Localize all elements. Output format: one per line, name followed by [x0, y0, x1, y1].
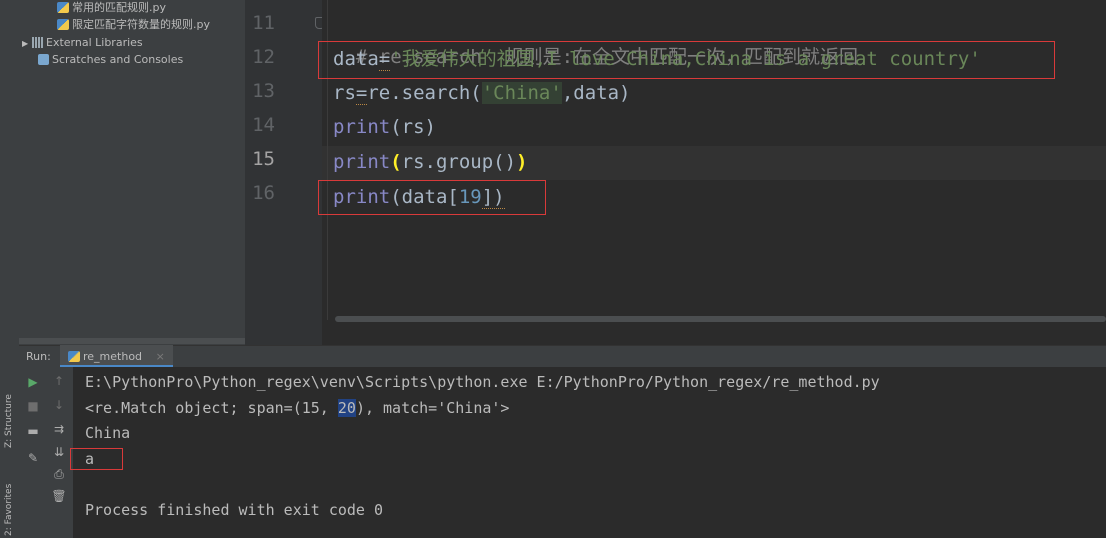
tree-item-scratches[interactable]: Scratches and Consoles — [38, 52, 183, 68]
python-file-icon — [57, 19, 69, 30]
editor-horizontal-scrollbar[interactable] — [335, 316, 1106, 322]
close-tab-icon[interactable]: × — [156, 350, 165, 363]
annotation-box-line-12 — [318, 41, 1055, 79]
rerun-icon[interactable]: ▶ — [24, 375, 42, 389]
scroll-to-end-icon[interactable]: ⇊ — [50, 445, 68, 459]
code-line-13[interactable]: rs=re.search('China',data) — [333, 77, 630, 109]
console-line-3: China — [85, 424, 131, 442]
stop-icon[interactable]: ■ — [24, 399, 42, 413]
line-number: 16 — [252, 182, 275, 204]
current-line-number: 15 — [252, 148, 275, 170]
python-file-icon — [68, 351, 80, 362]
print-icon[interactable]: ⎙ — [50, 467, 68, 482]
up-arrow-icon[interactable]: ↑ — [50, 374, 68, 388]
console-line-2: <re.Match object; span=(15, 20), match='… — [85, 399, 510, 417]
line-number: 11 — [252, 12, 275, 34]
run-label: Run: — [26, 350, 51, 363]
down-arrow-icon[interactable]: ↓ — [50, 398, 68, 412]
code-line-11[interactable]: # re.search 规则是:在全文中匹配一次，匹配到就返回 — [333, 9, 858, 68]
scratches-icon — [38, 54, 49, 65]
line-number: 13 — [252, 80, 275, 102]
structure-side-tab[interactable]: Z: Structure — [4, 394, 14, 448]
trash-icon[interactable]: 🗑 — [50, 489, 68, 503]
tree-item-file-1[interactable]: 常用的匹配规则.py — [57, 0, 166, 16]
code-line-14[interactable]: print(rs) — [333, 111, 436, 143]
left-tool-strip: Z: Structure 2: Favorites — [0, 0, 20, 538]
line-number: 12 — [252, 46, 275, 68]
pin-tab-icon[interactable]: ✎ — [24, 451, 42, 465]
code-line-15[interactable]: print(rs.group()) — [333, 146, 528, 178]
tree-item-file-2[interactable]: 限定匹配字符数量的规则.py — [57, 17, 210, 33]
line-number-gutter: 11 12 13 14 15 16 — [245, 0, 325, 345]
run-tab-re-method[interactable]: re_method × — [60, 345, 173, 367]
expand-arrow-icon[interactable]: ▶ — [22, 36, 32, 52]
library-icon — [32, 37, 43, 48]
console-line-1: E:\PythonPro\Python_regex\venv\Scripts\p… — [85, 373, 880, 391]
run-panel-header: Run: — [19, 345, 1106, 368]
tree-scrollbar[interactable] — [19, 338, 245, 344]
favorites-side-tab[interactable]: 2: Favorites — [4, 484, 14, 536]
annotation-box-line-16 — [318, 180, 546, 215]
run-toolbar-primary: ▶ ■ ▬ ✎ — [19, 367, 46, 538]
line-number: 14 — [252, 114, 275, 136]
tree-item-external-libraries[interactable]: ▶ External Libraries — [22, 35, 143, 51]
console-line-5: Process finished with exit code 0 — [85, 501, 384, 519]
project-tree: 常用的匹配规则.py 限定匹配字符数量的规则.py ▶ External Libr… — [19, 0, 245, 345]
soft-wrap-icon[interactable]: ⇉ — [50, 422, 68, 436]
python-file-icon — [57, 2, 69, 13]
annotation-box-output — [70, 448, 123, 470]
restore-layout-icon[interactable]: ▬ — [24, 424, 42, 438]
